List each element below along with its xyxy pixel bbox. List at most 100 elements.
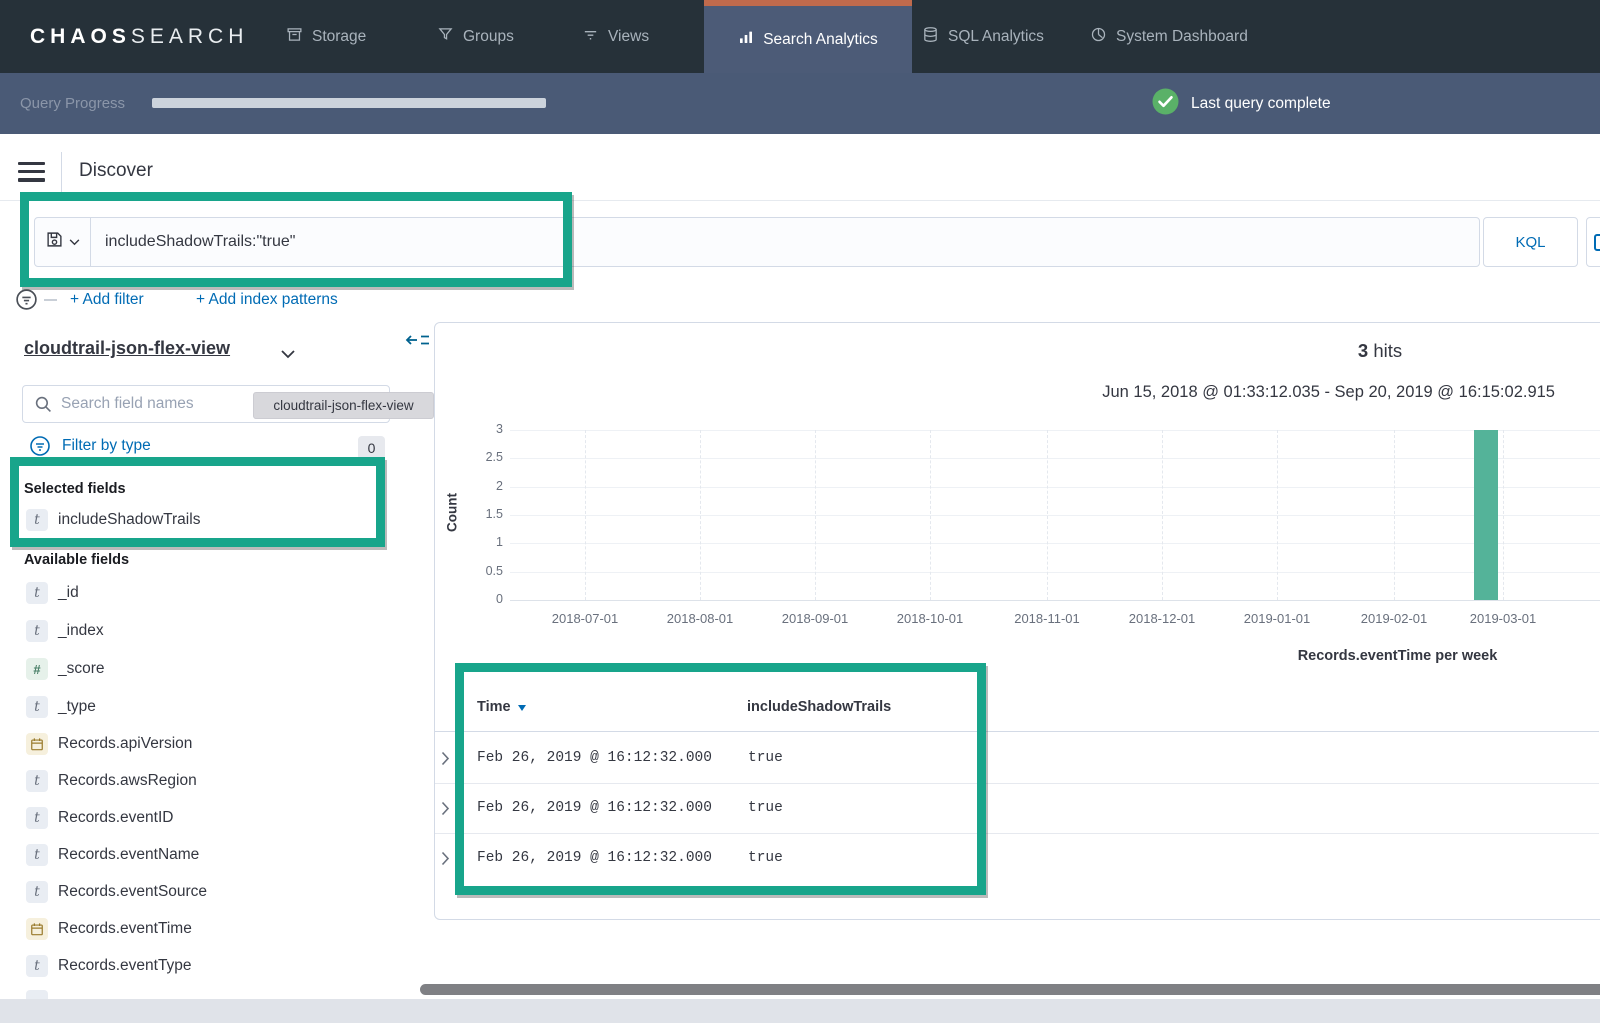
- field-item-records-eventid[interactable]: t Records.eventID: [26, 807, 173, 829]
- gridline: [510, 515, 1600, 516]
- filter-lines-icon: [582, 26, 599, 48]
- calendar-type-icon: [26, 918, 48, 940]
- x-tick-label: 2019-01-01: [1222, 611, 1332, 626]
- cell-time: Feb 26, 2019 @ 16:12:32.000: [477, 850, 712, 866]
- add-index-patterns-link[interactable]: + Add index patterns: [196, 291, 338, 309]
- chevron-down-icon: [69, 233, 80, 251]
- collapse-sidebar-icon[interactable]: [405, 330, 431, 355]
- horizontal-scrollbar-thumb[interactable]: [420, 984, 1600, 995]
- query-progress-bar: [152, 98, 546, 108]
- query-language-button[interactable]: KQL: [1483, 217, 1578, 267]
- expand-row-icon[interactable]: [441, 801, 450, 821]
- y-tick-label: 1: [455, 535, 503, 549]
- histogram-bar[interactable]: [1474, 430, 1498, 600]
- table-header-includeshadowtrails[interactable]: includeShadowTrails: [747, 699, 891, 715]
- field-item-records-eventtype[interactable]: t Records.eventType: [26, 955, 192, 977]
- y-tick-label: 2.5: [455, 450, 503, 464]
- save-icon: [46, 231, 63, 253]
- x-tick-label: 2018-08-01: [645, 611, 755, 626]
- field-item-records-apiversion[interactable]: Records.apiVersion: [26, 733, 192, 755]
- nav-item-system-dashboard[interactable]: System Dashboard: [1090, 0, 1248, 73]
- query-input[interactable]: includeShadowTrails:"true": [91, 233, 1479, 251]
- field-item-records-eventtime[interactable]: Records.eventTime: [26, 918, 192, 940]
- field-item-score[interactable]: # _score: [26, 658, 105, 680]
- x-tick-label: 2018-12-01: [1107, 611, 1217, 626]
- calendar-icon: [1594, 234, 1600, 251]
- nav-item-sql-analytics[interactable]: SQL Analytics: [922, 0, 1044, 73]
- y-tick-label: 1.5: [455, 507, 503, 521]
- string-type-badge: t: [26, 955, 48, 977]
- x-tick-label: 2018-11-01: [992, 611, 1102, 626]
- nav-item-label: Groups: [463, 28, 514, 46]
- search-icon: [35, 396, 52, 413]
- nav-item-groups[interactable]: Groups: [437, 0, 514, 73]
- selected-field-includeShadowTrails[interactable]: t includeShadowTrails: [26, 509, 200, 531]
- nav-item-label: SQL Analytics: [948, 28, 1044, 46]
- bottom-strip: [0, 999, 1600, 1023]
- gridline: [510, 487, 1600, 488]
- field-item-records-eventname[interactable]: t Records.eventName: [26, 844, 199, 866]
- nav-item-search-analytics[interactable]: Search Analytics: [704, 0, 912, 73]
- query-progress-label: Query Progress: [20, 73, 125, 134]
- field-item-records-eventsource[interactable]: t Records.eventSource: [26, 881, 207, 903]
- header-divider: [61, 152, 62, 194]
- query-progress-row: Query Progress Last query complete: [0, 73, 1600, 134]
- gauge-icon: [1090, 26, 1107, 48]
- expand-row-icon[interactable]: [441, 851, 450, 871]
- string-type-badge: t: [26, 582, 48, 604]
- hits-unit: hits: [1373, 340, 1402, 361]
- field-name: Records.eventName: [58, 846, 199, 864]
- table-header-time[interactable]: Time: [477, 699, 526, 715]
- saved-query-button[interactable]: [35, 218, 91, 266]
- gridline: [700, 430, 701, 600]
- funnel-icon: [437, 26, 454, 48]
- nav-item-views[interactable]: Views: [582, 0, 649, 73]
- field-name: Records.eventTime: [58, 920, 192, 938]
- gridline: [1277, 430, 1278, 600]
- gridline: [585, 430, 586, 600]
- field-name: _type: [58, 698, 96, 716]
- logo-chaos: CHAOS: [30, 25, 131, 49]
- field-name: _score: [58, 660, 105, 678]
- field-item-type[interactable]: t _type: [26, 696, 96, 718]
- menu-hamburger-icon[interactable]: [18, 162, 45, 182]
- gridline: [815, 430, 816, 600]
- filter-dash: [44, 299, 57, 301]
- app-window: CHAOSSEARCH Storage Groups Views Search …: [0, 0, 1600, 1023]
- field-name: Records.eventID: [58, 809, 173, 827]
- index-pattern-selector[interactable]: cloudtrail-json-flex-view: [24, 338, 230, 359]
- x-tick-label: 2018-09-01: [760, 611, 870, 626]
- index-pattern-chevron-down-icon[interactable]: [281, 346, 295, 364]
- datepicker-button-partial[interactable]: [1586, 217, 1600, 267]
- string-type-badge: t: [26, 881, 48, 903]
- add-filter-link[interactable]: + Add filter: [70, 291, 144, 309]
- row-separator: [435, 833, 1599, 834]
- available-fields-heading: Available fields: [24, 552, 129, 568]
- y-tick-label: 2: [455, 479, 503, 493]
- filter-circle-icon: [14, 287, 39, 317]
- query-bar: includeShadowTrails:"true": [34, 217, 1480, 267]
- string-type-badge: t: [26, 620, 48, 642]
- gridline: [510, 572, 1600, 573]
- field-item-index[interactable]: t _index: [26, 620, 104, 642]
- y-tick-label: 3: [455, 422, 503, 436]
- nav-item-storage[interactable]: Storage: [286, 0, 366, 73]
- hits-value: 3: [1358, 340, 1368, 361]
- nav-item-label: System Dashboard: [1116, 28, 1248, 46]
- gridline: [1394, 430, 1395, 600]
- nav-item-label: Views: [608, 28, 649, 46]
- sort-desc-icon: [518, 705, 526, 711]
- page-title: Discover: [79, 160, 153, 182]
- expand-row-icon[interactable]: [441, 751, 450, 771]
- bar-chart-icon: [738, 29, 754, 50]
- cell-time: Feb 26, 2019 @ 16:12:32.000: [477, 750, 712, 766]
- selected-fields-heading: Selected fields: [24, 481, 126, 497]
- filter-by-type-icon: [28, 434, 52, 463]
- gridline: [510, 458, 1600, 459]
- gridline: [1047, 430, 1048, 600]
- y-tick-label: 0: [455, 592, 503, 606]
- nav-item-label: Search Analytics: [763, 31, 878, 49]
- field-item-id[interactable]: t _id: [26, 582, 79, 604]
- filter-by-type-link[interactable]: Filter by type: [62, 437, 151, 455]
- field-item-records-awsregion[interactable]: t Records.awsRegion: [26, 770, 197, 792]
